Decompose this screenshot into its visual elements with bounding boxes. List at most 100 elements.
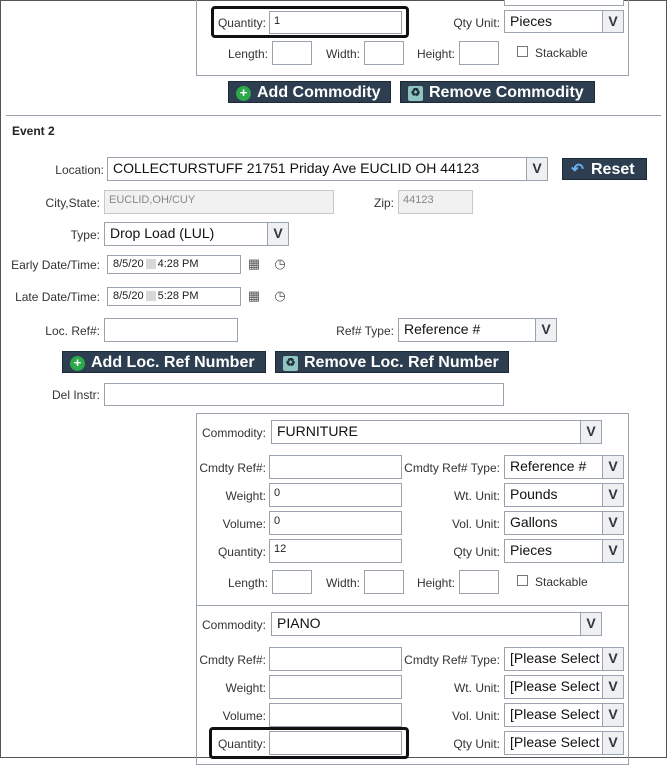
event1-width-input[interactable] <box>364 41 404 65</box>
event1-height-label: Height: <box>416 47 455 61</box>
chevron-down-icon: V <box>526 158 547 180</box>
event1-stackable-label: Stackable <box>535 46 588 60</box>
wt-unit-value: [Please Select <box>510 678 600 694</box>
early-datetime-input[interactable]: 8/5/20 4:28 PM <box>107 255 241 274</box>
ref-type-value: Reference # <box>404 321 481 337</box>
volume-input[interactable] <box>269 703 402 727</box>
chevron-down-icon: V <box>535 319 556 341</box>
event1-qty-unit-label: Qty Unit: <box>453 16 500 30</box>
late-datetime-input[interactable]: 8/5/20 5:28 PM <box>107 287 241 306</box>
type-label: Type: <box>70 228 100 242</box>
vol-unit-value: [Please Select <box>510 706 600 722</box>
ref-type-label: Ref# Type: <box>336 324 394 338</box>
cmdty-ref-type-select[interactable]: [Please Select V <box>504 647 624 671</box>
location-value: COLLECTURSTUFF 21751 Priday Ave EUCLID O… <box>113 160 480 176</box>
early-date-value: 8/5/20 <box>113 258 144 270</box>
event1-qty-unit-select[interactable]: Pieces V <box>504 10 624 33</box>
volume-input[interactable]: 0 <box>269 511 402 535</box>
qty-unit-label: Qty Unit: <box>453 545 500 559</box>
add-loc-ref-button[interactable]: + Add Loc. Ref Number <box>62 351 266 373</box>
city-state-label: City,State: <box>45 196 100 210</box>
chevron-down-icon: V <box>602 676 623 698</box>
cmdty-ref-type-select[interactable]: Reference # V <box>504 455 624 479</box>
clock-icon[interactable]: ◷ <box>273 289 287 303</box>
plus-icon: + <box>236 86 251 101</box>
calendar-icon[interactable]: ▦ <box>247 289 261 303</box>
del-instr-label: Del Instr: <box>51 388 100 402</box>
weight-input[interactable]: 0 <box>269 483 402 507</box>
event1-quantity-highlight <box>211 6 409 38</box>
commodity-label: Commodity: <box>201 618 266 632</box>
length-input[interactable] <box>272 570 312 594</box>
cmdty-ref-input[interactable] <box>269 647 402 671</box>
chevron-down-icon: V <box>602 648 623 670</box>
remove-loc-ref-label: Remove Loc. Ref Number <box>304 354 499 371</box>
height-input[interactable] <box>459 570 499 594</box>
event1-length-label: Length: <box>227 47 268 61</box>
event2-heading: Event 2 <box>12 124 55 138</box>
ref-type-select[interactable]: Reference # V <box>398 318 557 342</box>
late-datetime-label: Late Date/Time: <box>15 290 100 304</box>
wt-unit-select[interactable]: Pounds V <box>504 483 624 507</box>
qty-unit-value: [Please Select <box>510 734 600 750</box>
clock-icon[interactable]: ◷ <box>273 257 287 271</box>
height-label: Height: <box>416 576 455 590</box>
cmdty-ref-label: Cmdty Ref#: <box>199 461 266 475</box>
quantity-highlight <box>209 727 409 759</box>
del-instr-input[interactable] <box>104 383 504 406</box>
qty-unit-select[interactable]: Pieces V <box>504 539 624 563</box>
cmdty-ref-input[interactable] <box>269 455 402 479</box>
chevron-down-icon: V <box>580 421 601 443</box>
event1-stackable-checkbox[interactable] <box>517 46 528 57</box>
remove-loc-ref-button[interactable]: ♻ Remove Loc. Ref Number <box>275 351 509 373</box>
chevron-down-icon: V <box>602 456 623 478</box>
quantity-input[interactable]: 12 <box>269 539 402 563</box>
cmdty-ref-label: Cmdty Ref#: <box>199 653 266 667</box>
wt-unit-select[interactable]: [Please Select V <box>504 675 624 699</box>
calendar-icon[interactable]: ▦ <box>247 257 261 271</box>
remove-commodity-button[interactable]: ♻ Remove Commodity <box>400 81 595 103</box>
length-label: Length: <box>227 576 268 590</box>
volume-label: Volume: <box>222 517 266 531</box>
chevron-down-icon: V <box>602 540 623 562</box>
wt-unit-value: Pounds <box>510 486 558 502</box>
stackable-label: Stackable <box>535 575 588 589</box>
vol-unit-label: Vol. Unit: <box>451 517 500 531</box>
vol-unit-select[interactable]: [Please Select V <box>504 703 624 727</box>
commodity-label: Commodity: <box>201 426 266 440</box>
zip-input: 44123 <box>398 190 473 214</box>
width-input[interactable] <box>364 570 404 594</box>
type-select[interactable]: Drop Load (LUL) V <box>104 222 289 246</box>
qty-unit-select[interactable]: [Please Select V <box>504 731 624 755</box>
type-value: Drop Load (LUL) <box>110 225 215 241</box>
vol-unit-value: Gallons <box>510 514 558 530</box>
event1-height-input[interactable] <box>459 41 499 65</box>
masked-text <box>145 259 156 270</box>
early-datetime-label: Early Date/Time: <box>11 258 100 272</box>
cmdty-ref-type-label: Cmdty Ref# Type: <box>404 461 500 475</box>
location-select[interactable]: COLLECTURSTUFF 21751 Priday Ave EUCLID O… <box>107 157 548 181</box>
late-date-value: 8/5/20 <box>113 290 144 302</box>
plus-icon: + <box>70 356 85 371</box>
cmdty-ref-type-label: Cmdty Ref# Type: <box>404 653 500 667</box>
quantity-label: Quantity: <box>217 545 266 559</box>
chevron-down-icon: V <box>602 484 623 506</box>
volume-label: Volume: <box>222 709 266 723</box>
weight-input[interactable] <box>269 675 402 699</box>
commodity-value: PIANO <box>277 615 321 631</box>
chevron-down-icon: V <box>602 512 623 534</box>
chevron-down-icon: V <box>602 704 623 726</box>
width-label: Width: <box>325 576 360 590</box>
reset-button[interactable]: ↶ Reset <box>562 158 647 180</box>
event1-length-input[interactable] <box>272 41 312 65</box>
vol-unit-label: Vol. Unit: <box>451 709 500 723</box>
stackable-checkbox[interactable] <box>517 575 528 586</box>
commodity-select[interactable]: PIANO V <box>271 612 602 636</box>
add-commodity-button[interactable]: + Add Commodity <box>228 81 391 103</box>
trash-icon: ♻ <box>408 86 423 101</box>
commodity-select[interactable]: FURNITURE V <box>271 420 602 444</box>
vol-unit-select[interactable]: Gallons V <box>504 511 624 535</box>
event1-top-select-fragment[interactable] <box>504 0 624 6</box>
loc-ref-input[interactable] <box>104 318 238 342</box>
loc-ref-label: Loc. Ref#: <box>45 324 100 338</box>
